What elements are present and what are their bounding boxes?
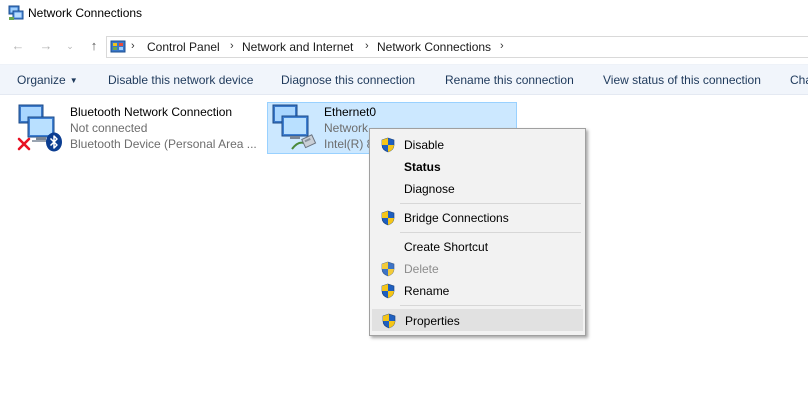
menu-item-label: Properties <box>405 314 460 328</box>
title-bar: Network Connections <box>0 0 808 28</box>
uac-shield-icon <box>381 210 395 226</box>
red-x-icon <box>17 137 31 151</box>
ethernet-cable-icon <box>291 134 317 150</box>
diagnose-connection-button[interactable]: Diagnose this connection <box>281 73 415 87</box>
menu-item-rename[interactable]: Rename <box>372 280 583 302</box>
network-connections-icon <box>8 5 24 20</box>
view-status-button[interactable]: View status of this connection <box>603 73 761 87</box>
connection-status: Not connected <box>70 121 148 135</box>
menu-item-diagnose[interactable]: Diagnose <box>372 178 583 200</box>
menu-item-label: Rename <box>404 284 450 298</box>
breadcrumb-separator: › <box>131 40 135 52</box>
chevron-down-icon[interactable]: ⌄ <box>62 38 78 54</box>
breadcrumb-separator: › <box>500 40 504 52</box>
connection-device: Bluetooth Device (Personal Area ... <box>70 137 257 151</box>
breadcrumb-separator: › <box>230 40 234 52</box>
up-arrow-icon[interactable]: ↑ <box>86 38 102 54</box>
menu-item-delete: Delete <box>372 258 583 280</box>
disable-device-button[interactable]: Disable this network device <box>108 73 253 87</box>
connection-name: Bluetooth Network Connection <box>70 105 233 119</box>
command-bar: Organize ▼ Disable this network device Di… <box>0 64 808 95</box>
breadcrumb-control-panel[interactable]: Control Panel <box>147 40 220 54</box>
breadcrumb-separator: › <box>365 40 369 52</box>
rename-connection-button[interactable]: Rename this connection <box>445 73 574 87</box>
context-menu: Disable Status Diagnose Bridge Connectio… <box>369 128 586 336</box>
connection-device: Intel(R) 8 <box>324 137 374 151</box>
menu-separator <box>400 203 581 204</box>
organize-button[interactable]: Organize ▼ <box>17 73 78 87</box>
uac-shield-icon <box>381 283 395 299</box>
organize-label: Organize <box>17 73 66 87</box>
uac-shield-icon <box>381 261 395 277</box>
forward-arrow-icon[interactable]: → <box>38 38 54 54</box>
uac-shield-icon <box>382 313 396 329</box>
menu-item-label: Status <box>404 160 441 174</box>
connection-item-bluetooth[interactable]: Bluetooth Network Connection Not connect… <box>12 100 262 156</box>
menu-item-label: Disable <box>404 138 445 152</box>
menu-item-label: Bridge Connections <box>404 211 509 225</box>
menu-item-create-shortcut[interactable]: Create Shortcut <box>372 236 583 258</box>
menu-separator <box>400 305 581 306</box>
navigation-bar: ← → ⌄ ↑ › Control Panel › Network and In… <box>0 32 808 60</box>
menu-item-disable[interactable]: Disable <box>372 134 583 156</box>
menu-item-label: Diagnose <box>404 182 455 196</box>
connection-status: Network <box>324 121 369 135</box>
address-bar[interactable]: › Control Panel › Network and Internet ›… <box>106 36 808 58</box>
connection-name: Ethernet0 <box>324 105 377 119</box>
menu-item-label: Delete <box>404 262 439 276</box>
menu-item-status[interactable]: Status <box>372 156 583 178</box>
back-arrow-icon[interactable]: ← <box>10 38 26 54</box>
menu-separator <box>400 232 581 233</box>
breadcrumb-network-connections[interactable]: Network Connections <box>377 40 491 54</box>
control-panel-icon <box>110 40 126 53</box>
change-settings-button[interactable]: Cha <box>790 73 808 87</box>
uac-shield-icon <box>381 137 395 153</box>
menu-item-bridge-connections[interactable]: Bridge Connections <box>372 207 583 229</box>
menu-item-label: Create Shortcut <box>404 240 489 254</box>
window-title: Network Connections <box>28 6 143 20</box>
dropdown-caret-icon: ▼ <box>69 76 78 85</box>
bluetooth-icon <box>46 132 62 152</box>
menu-item-properties[interactable]: Properties <box>372 309 583 331</box>
breadcrumb-network-and-internet[interactable]: Network and Internet <box>242 40 353 54</box>
